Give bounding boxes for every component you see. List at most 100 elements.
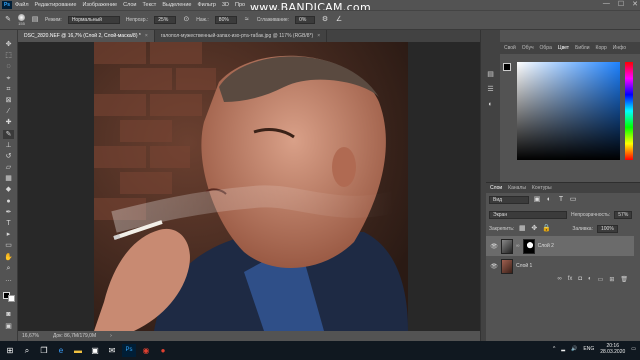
maximize-icon[interactable]: ☐ bbox=[618, 0, 624, 8]
windows-start-icon[interactable]: ⊞ bbox=[3, 344, 17, 357]
eraser-tool-icon[interactable]: ▱ bbox=[3, 163, 14, 172]
screen-mode-icon[interactable]: ▣ bbox=[3, 322, 14, 331]
zoom-tool-icon[interactable]: ⌕ bbox=[3, 264, 14, 273]
trash-icon[interactable]: 🗑 bbox=[620, 276, 628, 286]
status-arrow-icon[interactable]: › bbox=[110, 333, 112, 339]
filter-image-icon[interactable]: ▣ bbox=[533, 196, 541, 204]
history-brush-tool-icon[interactable]: ↺ bbox=[3, 152, 14, 161]
background-color-swatch[interactable] bbox=[7, 295, 15, 303]
healing-tool-icon[interactable]: ✚ bbox=[3, 118, 14, 127]
zoom-level[interactable]: 16,67% bbox=[22, 333, 39, 339]
bandicam-icon[interactable]: ● bbox=[156, 344, 170, 357]
mail-icon[interactable]: ✉ bbox=[105, 344, 119, 357]
menu-filter[interactable]: Фильтр bbox=[194, 2, 218, 8]
move-tool-icon[interactable]: ✥ bbox=[3, 40, 14, 49]
store-icon[interactable]: ▣ bbox=[88, 344, 102, 357]
mode-select[interactable]: Нормальный bbox=[67, 16, 120, 24]
close-icon[interactable]: ✕ bbox=[632, 0, 638, 8]
menu-layers[interactable]: Слои bbox=[120, 2, 139, 8]
task-view-icon[interactable]: ❐ bbox=[37, 344, 51, 357]
quick-mask-icon[interactable]: ◙ bbox=[3, 310, 14, 319]
opacity-field[interactable]: 25% bbox=[154, 16, 177, 24]
airbrush-icon[interactable]: ≈ bbox=[243, 16, 251, 24]
layer-mask-thumbnail[interactable] bbox=[522, 238, 535, 254]
lock-pixels-icon[interactable]: ▦ bbox=[518, 225, 526, 233]
notifications-icon[interactable]: ▭ bbox=[631, 346, 636, 352]
tab-swatches[interactable]: Свой bbox=[504, 45, 516, 51]
close-tab-icon[interactable]: × bbox=[145, 33, 148, 39]
layer-row-1[interactable]: 👁 Слой 1 bbox=[486, 256, 634, 276]
fill-field[interactable]: 100% bbox=[596, 225, 618, 233]
gradient-tool-icon[interactable]: ▦ bbox=[3, 174, 14, 183]
layer-filter-select[interactable]: Вид bbox=[489, 196, 529, 204]
blend-mode-select[interactable]: Экран bbox=[489, 211, 567, 219]
flow-field[interactable]: 80% bbox=[214, 16, 237, 24]
layer-row-2[interactable]: 👁 ∞ Слой 2 bbox=[486, 236, 634, 256]
menu-text[interactable]: Текст bbox=[139, 2, 159, 8]
angle-icon[interactable]: ∠ bbox=[335, 16, 343, 24]
tab-color[interactable]: Цвет bbox=[558, 45, 569, 51]
dodge-tool-icon[interactable]: ● bbox=[3, 197, 14, 206]
new-layer-icon[interactable]: ⊞ bbox=[609, 276, 614, 286]
eyedropper-tool-icon[interactable]: ⁄ bbox=[3, 107, 14, 116]
filter-shape-icon[interactable]: ▭ bbox=[569, 196, 577, 204]
hue-slider[interactable] bbox=[625, 62, 633, 160]
tab-paths[interactable]: Контуры bbox=[532, 185, 552, 191]
link-icon[interactable]: ∞ bbox=[557, 276, 561, 286]
menu-view[interactable]: Про bbox=[232, 2, 248, 8]
tray-arrow-icon[interactable]: ^ bbox=[553, 346, 555, 352]
quick-select-tool-icon[interactable]: ⌖ bbox=[3, 74, 14, 83]
search-icon[interactable]: ⌕ bbox=[20, 344, 34, 357]
edge-icon[interactable]: e bbox=[54, 344, 68, 357]
filter-type-icon[interactable]: T bbox=[557, 196, 565, 204]
color-picker-field[interactable] bbox=[517, 62, 620, 160]
lock-all-icon[interactable]: 🔒 bbox=[542, 225, 551, 233]
document-photo[interactable] bbox=[94, 42, 408, 331]
tab-patterns[interactable]: Обра bbox=[540, 45, 552, 51]
properties-panel-icon[interactable]: ☰ bbox=[485, 85, 496, 94]
layer-opacity-field[interactable]: 57% bbox=[614, 211, 633, 219]
brush-tool-icon[interactable]: ✎ bbox=[4, 16, 12, 24]
photoshop-taskbar-icon[interactable]: Ps bbox=[122, 344, 136, 357]
fx-icon[interactable]: fx bbox=[568, 276, 573, 286]
menu-3d[interactable]: 3D bbox=[219, 2, 232, 8]
marquee-tool-icon[interactable]: ⬚ bbox=[3, 51, 14, 60]
menu-file[interactable]: Файл bbox=[12, 2, 32, 8]
mask-icon[interactable]: ◘ bbox=[578, 276, 582, 286]
filter-adjust-icon[interactable]: ◐ bbox=[545, 196, 553, 204]
clone-stamp-tool-icon[interactable]: ⊥ bbox=[3, 141, 14, 150]
adjustment-icon[interactable]: ◐ bbox=[588, 276, 592, 286]
panel-foreground-swatch[interactable] bbox=[503, 63, 511, 71]
crop-tool-icon[interactable]: ⌗ bbox=[3, 85, 14, 94]
brush-settings-icon[interactable]: ▤ bbox=[31, 16, 39, 24]
tab-layers[interactable]: Слои bbox=[490, 185, 502, 191]
visibility-eye-icon[interactable]: 👁 bbox=[490, 243, 498, 250]
mask-link-icon[interactable]: ∞ bbox=[516, 243, 520, 249]
visibility-eye-icon[interactable]: 👁 bbox=[490, 263, 498, 270]
smoothing-settings-icon[interactable]: ⚙ bbox=[321, 16, 329, 24]
path-select-tool-icon[interactable]: ▸ bbox=[3, 230, 14, 239]
network-icon[interactable]: ▂ bbox=[561, 346, 565, 352]
folder-icon[interactable]: ▭ bbox=[598, 276, 604, 286]
pressure-opacity-icon[interactable]: ⊙ bbox=[182, 16, 190, 24]
shape-tool-icon[interactable]: ▭ bbox=[3, 241, 14, 250]
language-indicator[interactable]: ENG bbox=[583, 346, 594, 352]
color-swatches[interactable] bbox=[2, 292, 15, 303]
history-panel-icon[interactable]: ▤ bbox=[485, 70, 496, 79]
blur-tool-icon[interactable]: ◆ bbox=[3, 185, 14, 194]
lock-move-icon[interactable]: ✥ bbox=[530, 225, 538, 233]
close-tab-icon[interactable]: × bbox=[317, 33, 320, 39]
tab-libraries[interactable]: Библи bbox=[575, 45, 589, 51]
hand-tool-icon[interactable]: ✋ bbox=[3, 253, 14, 262]
pen-tool-icon[interactable]: ✒ bbox=[3, 208, 14, 217]
tab-tobacco-jpg[interactable]: галопол-мужественный-запах-изо-рта-табак… bbox=[155, 30, 328, 42]
tab-learn[interactable]: Обуч bbox=[522, 45, 534, 51]
menu-image[interactable]: Изображение bbox=[79, 2, 120, 8]
clock[interactable]: 20:16 28.03.2020 bbox=[600, 343, 625, 355]
minimize-icon[interactable]: — bbox=[603, 0, 610, 8]
brush-preset-picker[interactable]: 155 bbox=[18, 14, 25, 26]
file-explorer-icon[interactable]: ▬ bbox=[71, 344, 85, 357]
brush-tool-active-icon[interactable]: ✎ bbox=[3, 129, 14, 139]
type-tool-icon[interactable]: T bbox=[3, 219, 14, 228]
volume-icon[interactable]: 🔊 bbox=[571, 346, 577, 352]
